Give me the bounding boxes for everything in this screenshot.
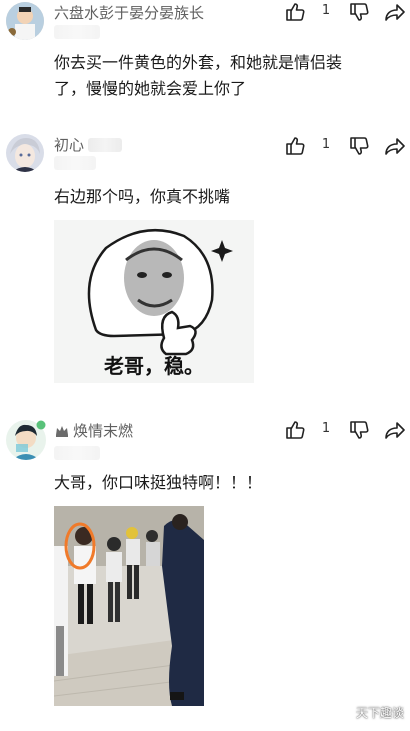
thumbs-down-icon[interactable] — [349, 420, 369, 440]
user-meta-blurred — [54, 156, 96, 170]
comment-text-line: 右边那个吗，你真不挑嘴 — [54, 187, 231, 206]
avatar-image — [6, 134, 44, 172]
comment-1: 六盘水彭于晏分晏族长 1 你去买一件黄色的外套，和她就是情侣装 了，慢慢的她就会… — [0, 0, 410, 120]
thumbs-up-icon[interactable] — [285, 2, 305, 22]
meme-image[interactable]: 老哥，稳。 — [54, 220, 254, 383]
avatar[interactable] — [6, 134, 44, 172]
like-count: 1 — [321, 3, 331, 18]
crown-icon — [56, 426, 68, 437]
comment-text-line: 你去买一件黄色的外套，和她就是情侣装 — [54, 53, 343, 72]
share-icon[interactable] — [385, 136, 405, 156]
avatar-image — [6, 2, 44, 40]
comment-actions: 1 — [285, 136, 405, 156]
thumbs-up-icon[interactable] — [285, 420, 305, 440]
avatar[interactable] — [6, 2, 44, 40]
meme-caption: 老哥，稳。 — [104, 354, 204, 378]
comment-3: 焕情末燃 1 大哥，你口味挺独特啊！！！ — [0, 408, 410, 728]
like-count: 1 — [321, 421, 331, 436]
username[interactable]: 焕情末燃 — [73, 420, 133, 441]
comment-2: 初心 1 右边那个吗，你真不挑嘴 老哥，稳。 — [0, 128, 410, 388]
photo-scene — [54, 506, 204, 706]
comment-text-line: 大哥，你口味挺独特啊！！！ — [54, 473, 263, 492]
thumbs-down-icon[interactable] — [349, 2, 369, 22]
like-count: 1 — [321, 137, 331, 152]
user-meta-blurred — [54, 25, 100, 39]
share-icon[interactable] — [385, 2, 405, 22]
thumbs-down-icon[interactable] — [349, 136, 369, 156]
username[interactable]: 初心 — [54, 134, 84, 155]
user-meta-blurred — [54, 446, 100, 460]
comment-text: 你去买一件黄色的外套，和她就是情侣装 了，慢慢的她就会爱上你了 — [54, 50, 399, 102]
thumbs-up-icon[interactable] — [285, 136, 305, 156]
comment-text: 右边那个吗，你真不挑嘴 — [54, 184, 399, 210]
comment-text-line: 了，慢慢的她就会爱上你了 — [54, 79, 247, 98]
user-meta-blurred — [88, 138, 122, 152]
comment-actions: 1 — [285, 2, 405, 22]
username[interactable]: 六盘水彭于晏分晏族长 — [54, 2, 204, 23]
comment-actions: 1 — [285, 420, 405, 440]
online-status-icon — [36, 420, 46, 430]
attached-photo[interactable] — [54, 506, 204, 706]
comment-text: 大哥，你口味挺独特啊！！！ — [54, 470, 399, 496]
watermark: 天下趣谈 — [355, 706, 404, 720]
share-icon[interactable] — [385, 420, 405, 440]
